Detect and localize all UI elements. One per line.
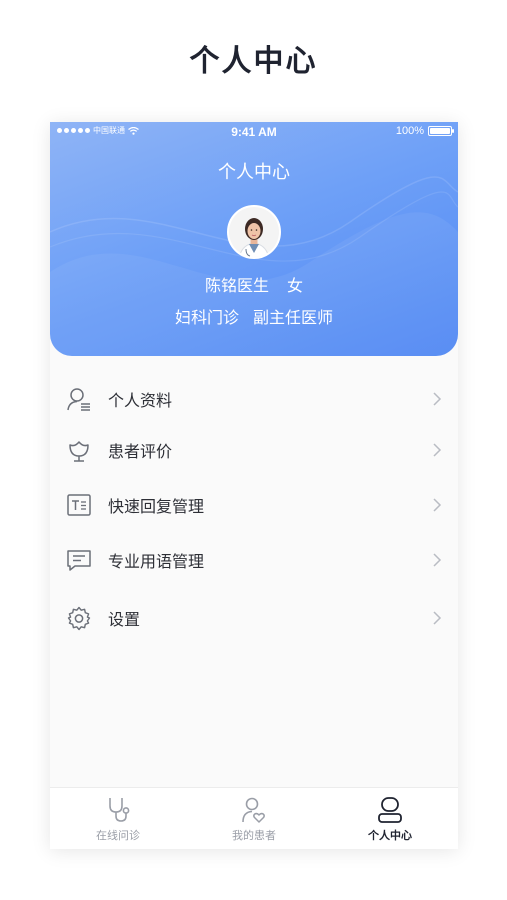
patient-heart-icon <box>242 797 265 823</box>
chevron-right-icon <box>433 443 442 457</box>
user-profile-icon <box>67 388 90 411</box>
stethoscope-icon <box>109 798 130 822</box>
page-title: 个人中心 <box>189 44 318 79</box>
doctor-department-title: 妇科门诊 副主任医师 <box>50 304 458 328</box>
avatar[interactable] <box>227 205 281 259</box>
menu-label-profile: 个人资料 <box>108 391 173 410</box>
chevron-right-icon <box>433 392 442 406</box>
doctor-position: 副主任医师 <box>253 308 334 327</box>
tab-my-patients[interactable]: 我的患者 <box>186 788 322 849</box>
tab-online-consult[interactable]: 在线问诊 <box>50 788 186 849</box>
tab-label-online-consult: 在线问诊 <box>96 829 140 842</box>
chevron-right-icon <box>433 611 442 625</box>
profile-header: 中国联通 9:41 AM 100% 个人中心 陈铭医生 女 妇科门诊 副主任医师 <box>50 122 458 356</box>
doctor-name-gender: 陈铭医生女 <box>50 272 458 296</box>
tab-label-my-patients: 我的患者 <box>232 829 276 842</box>
gear-icon <box>67 606 91 631</box>
battery-status: 100% <box>395 125 454 137</box>
menu-item-profile[interactable]: 个人资料 <box>50 377 458 421</box>
menu-item-settings[interactable]: 设置 <box>50 596 458 640</box>
menu-item-reviews[interactable]: 患者评价 <box>50 428 458 472</box>
bottom-tab-bar: 在线问诊 我的患者 个人中心 <box>50 787 458 849</box>
phone-screen: 中国联通 9:41 AM 100% 个人中心 陈铭医生 女 妇科门诊 副主任医师… <box>50 122 458 849</box>
battery-icon <box>428 126 454 136</box>
flower-review-icon <box>69 441 89 462</box>
status-bar: 中国联通 9:41 AM 100% <box>50 122 458 142</box>
doctor-avatar-icon <box>229 207 279 257</box>
tab-personal-center[interactable]: 个人中心 <box>322 788 458 849</box>
screen-title: 个人中心 <box>218 162 290 183</box>
menu-item-quick-reply[interactable]: 快速回复管理 <box>50 483 458 527</box>
menu-item-terminology[interactable]: 专业用语管理 <box>50 538 458 582</box>
menu-label-terminology: 专业用语管理 <box>108 552 205 571</box>
chevron-right-icon <box>433 553 442 567</box>
menu-label-settings: 设置 <box>108 610 141 629</box>
menu-label-quick-reply: 快速回复管理 <box>108 497 205 516</box>
text-template-icon <box>67 494 91 516</box>
doctor-department: 妇科门诊 <box>174 308 239 327</box>
menu-label-reviews: 患者评价 <box>108 442 173 461</box>
chat-message-icon <box>67 550 91 571</box>
chevron-right-icon <box>433 498 442 512</box>
battery-percent: 100% <box>395 125 424 137</box>
doctor-name: 陈铭医生 <box>204 276 269 295</box>
person-icon <box>378 797 402 823</box>
doctor-gender: 女 <box>287 276 304 295</box>
tab-label-personal-center: 个人中心 <box>368 829 412 842</box>
